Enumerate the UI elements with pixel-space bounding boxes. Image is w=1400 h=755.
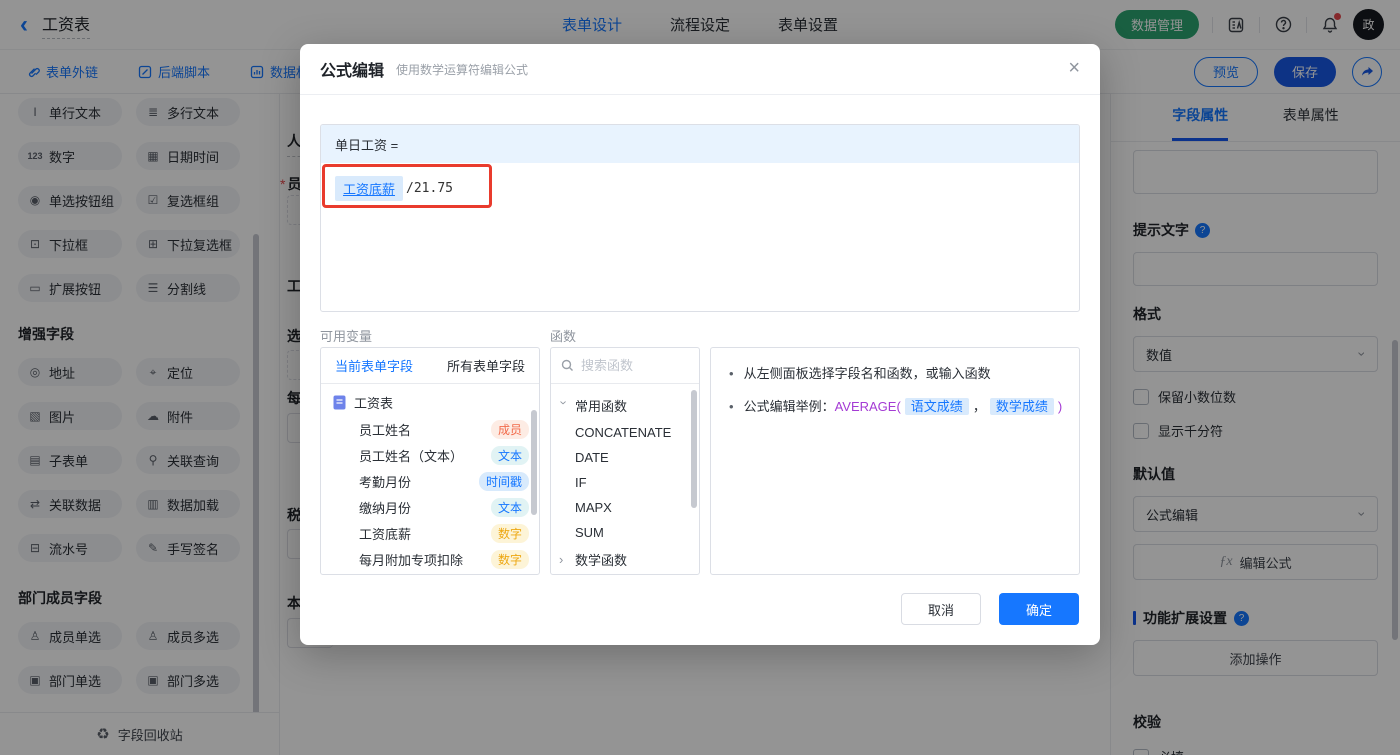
- type-badge: 数字: [490, 549, 529, 569]
- bullet-icon: [729, 364, 734, 384]
- search-icon: [561, 359, 573, 371]
- variable-item[interactable]: 每月附加专项扣除 数字: [321, 546, 539, 572]
- close-icon[interactable]: ×: [1068, 58, 1080, 78]
- form-tree-root[interactable]: 工资表: [321, 384, 539, 416]
- cancel-button[interactable]: 取消: [901, 593, 981, 625]
- confirm-button[interactable]: 确定: [999, 593, 1079, 625]
- formula-expression: /21.75: [406, 181, 453, 196]
- function-item[interactable]: MAPX: [551, 495, 699, 520]
- functions-panel: 常用函数 CONCATENATE DATE IF MAPX SUM 数学函数 文…: [550, 347, 700, 575]
- example-field-chip: 语文成绩: [904, 398, 969, 415]
- chevron-down-icon: [557, 401, 572, 411]
- modal-title: 公式编辑: [320, 63, 385, 80]
- formula-help-panel: 从左侧面板选择字段名和函数，或输入函数 公式编辑举例：AVERAGE(语文成绩，…: [710, 347, 1080, 575]
- function-group-math[interactable]: 数学函数: [551, 545, 699, 574]
- function-item[interactable]: DATE: [551, 445, 699, 470]
- tab-all-form-fields[interactable]: 所有表单字段: [447, 356, 525, 375]
- chevron-right-icon: [559, 552, 569, 567]
- formula-expression-area[interactable]: 工资底薪 /21.75: [321, 163, 1079, 214]
- type-badge: 文本: [490, 497, 529, 517]
- variables-panel: 当前表单字段 所有表单字段 工资表 员工姓名 成员 员工姓名（文本） 文本 考勤月份…: [320, 347, 540, 575]
- bullet-icon: [729, 397, 734, 417]
- example-field-chip: 数学成绩: [989, 398, 1054, 415]
- function-item[interactable]: IF: [551, 470, 699, 495]
- variable-item[interactable]: 员工姓名 成员: [321, 416, 539, 442]
- type-badge: 时间戳: [478, 471, 529, 491]
- document-icon: [333, 395, 346, 410]
- functions-label: 函数: [550, 329, 577, 344]
- formula-target: 单日工资 =: [321, 125, 1079, 163]
- function-item[interactable]: CONCATENATE: [551, 420, 699, 445]
- formula-editor-modal: 公式编辑 使用数学运算符编辑公式 × 单日工资 = 工资底薪 /21.75 可用…: [300, 44, 1100, 645]
- function-group-common[interactable]: 常用函数: [551, 391, 699, 420]
- formula-editor: 单日工资 = 工资底薪 /21.75: [320, 124, 1080, 312]
- variable-item[interactable]: 员工姓名（文本） 文本: [321, 442, 539, 468]
- help-text: 从左侧面板选择字段名和函数，或输入函数: [743, 366, 991, 381]
- type-badge: 文本: [490, 445, 529, 465]
- type-badge: 成员: [490, 419, 529, 439]
- function-search[interactable]: [551, 348, 699, 384]
- function-search-input[interactable]: [581, 358, 681, 373]
- tab-current-form-fields[interactable]: 当前表单字段: [335, 356, 413, 375]
- function-group-text[interactable]: 文本函数: [551, 574, 699, 575]
- functions-scrollbar[interactable]: [691, 390, 697, 508]
- variable-item[interactable]: 缴纳月份 文本: [321, 494, 539, 520]
- modal-subtitle: 使用数学运算符编辑公式: [396, 62, 529, 77]
- variable-item[interactable]: 考勤月份 时间戳: [321, 468, 539, 494]
- variable-item-partial: [321, 572, 539, 574]
- example-function-open: AVERAGE(: [834, 399, 901, 414]
- variables-label: 可用变量: [320, 329, 373, 344]
- variables-scrollbar[interactable]: [531, 410, 537, 515]
- example-function-close: ): [1057, 399, 1063, 414]
- type-badge: 数字: [490, 523, 529, 543]
- field-chip[interactable]: 工资底薪: [335, 176, 404, 201]
- variable-item[interactable]: 工资底薪 数字: [321, 520, 539, 546]
- help-example: 公式编辑举例：AVERAGE(语文成绩，数学成绩): [743, 398, 1063, 415]
- function-item[interactable]: SUM: [551, 520, 699, 545]
